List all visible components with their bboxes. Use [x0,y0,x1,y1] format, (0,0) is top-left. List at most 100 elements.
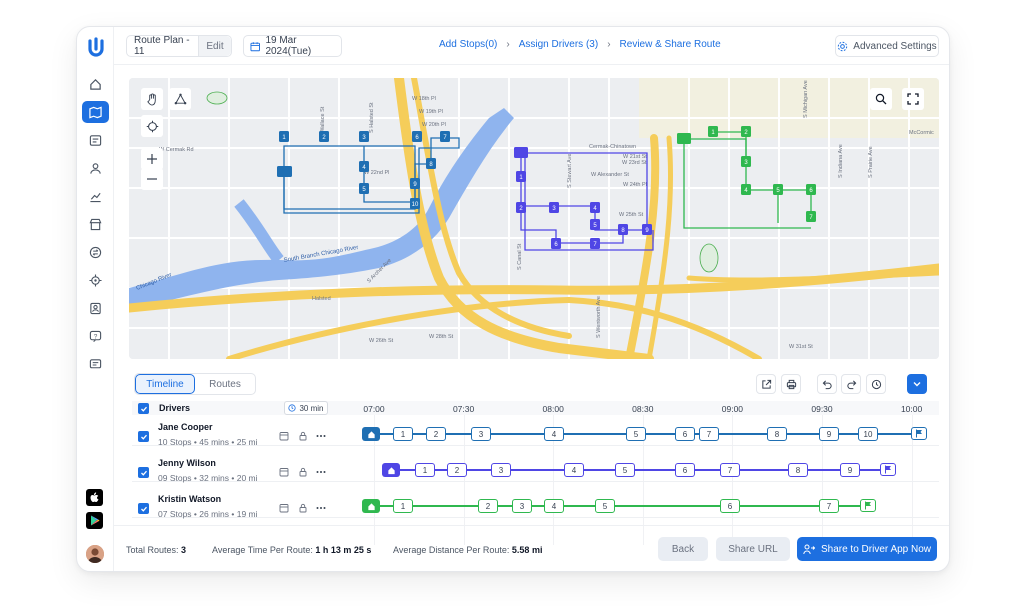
map-icon[interactable] [82,101,109,123]
driver-checkbox[interactable] [138,503,149,514]
contacts-icon[interactable] [82,297,109,319]
calendar-icon[interactable] [279,467,289,477]
undo-icon[interactable] [817,374,837,394]
timeline-stop[interactable]: 2 [426,427,446,441]
back-button[interactable]: Back [658,537,708,561]
timeline-stop[interactable]: 1 [393,499,413,513]
timeline-stop[interactable]: 2 [447,463,467,477]
top-bar: Route Plan - 11 Edit 19 Mar 2024(Tue) Ad… [114,27,949,65]
more-options-icon[interactable] [316,431,326,441]
search-zoom-icon[interactable] [870,88,892,110]
timeline-stop[interactable]: 7 [699,427,719,441]
advanced-settings-button[interactable]: Advanced Settings [835,35,939,57]
interval-selector[interactable]: 30 min [284,401,328,415]
locate-icon[interactable] [141,115,163,137]
driver-checkbox[interactable] [138,467,149,478]
map-label-halsted-st: S Halsted St [369,102,375,133]
workflow-steps: Add Stops(0) › Assign Drivers (3) › Revi… [439,39,721,50]
chevron-down-icon[interactable] [907,374,927,394]
app-logo-icon[interactable] [85,37,107,59]
timeline-stop[interactable]: 1 [393,427,413,441]
timeline-stop[interactable]: 6 [675,463,695,477]
finish-flag-icon[interactable] [860,499,876,512]
timeline-stop[interactable]: 7 [720,463,740,477]
map-label-20th-pl: W 20th Pl [422,122,446,128]
map-label-prairie-ave: S Prairie Ave [868,146,874,178]
timeline-stop[interactable]: 3 [512,499,532,513]
timeline-stop[interactable]: 2 [478,499,498,513]
select-all-checkbox[interactable] [138,403,149,414]
lock-icon[interactable] [298,431,308,441]
store-icon[interactable] [82,213,109,235]
map-label-25th-st: W 25th St [619,212,644,218]
avg-distance-stat: Average Distance Per Route: 5.58 mi [393,545,542,555]
users-icon[interactable] [82,157,109,179]
time-label: 08:30 [632,404,654,414]
draw-polygon-icon[interactable] [169,88,191,110]
timeline-stop[interactable]: 6 [675,427,695,441]
chevron-right-icon: › [607,39,611,50]
date-picker[interactable]: 19 Mar 2024(Tue) [243,35,342,57]
timeline-stop[interactable]: 6 [720,499,740,513]
tab-routes[interactable]: Routes [195,374,255,394]
finish-flag-icon[interactable] [911,427,927,440]
timeline-stop[interactable]: 3 [491,463,511,477]
more-options-icon[interactable] [316,467,326,477]
redo-icon[interactable] [841,374,861,394]
zoom-in-icon[interactable] [141,148,163,170]
share-url-button[interactable]: Share URL [716,537,790,561]
timeline-stop[interactable]: 3 [471,427,491,441]
apple-store-icon[interactable] [86,489,103,506]
fullscreen-icon[interactable] [902,88,924,110]
step-assign-drivers[interactable]: Assign Drivers (3) [519,39,598,50]
timeline-stop[interactable]: 7 [819,499,839,513]
timeline-stop[interactable]: 4 [544,427,564,441]
map-canvas: South Branch Chicago River Chicago River… [129,78,939,359]
swap-icon[interactable] [82,241,109,263]
timeline-stop[interactable]: 5 [615,463,635,477]
google-play-icon[interactable] [86,512,103,529]
edit-button[interactable]: Edit [198,36,231,56]
driver-checkbox[interactable] [138,431,149,442]
step-review-share[interactable]: Review & Share Route [620,39,721,50]
clock-icon [288,404,297,412]
timeline-stop[interactable]: 9 [819,427,839,441]
history-icon[interactable] [866,374,886,394]
chart-icon[interactable] [82,185,109,207]
calendar-icon[interactable] [279,503,289,513]
timeline-stop[interactable]: 4 [564,463,584,477]
home-icon[interactable] [82,73,109,95]
print-icon[interactable] [781,374,801,394]
timeline-stop[interactable]: 8 [767,427,787,441]
list-icon[interactable] [82,129,109,151]
zoom-out-icon[interactable] [141,168,163,190]
timeline-stop[interactable]: 8 [788,463,808,477]
timeline-stop[interactable]: 1 [415,463,435,477]
calendar-icon[interactable] [279,431,289,441]
user-avatar[interactable] [86,545,104,563]
message-icon[interactable] [82,353,109,375]
pan-hand-icon[interactable] [141,88,163,110]
step-add-stops[interactable]: Add Stops(0) [439,39,497,50]
tab-timeline[interactable]: Timeline [135,374,195,394]
lock-icon[interactable] [298,503,308,513]
calendar-icon [250,41,260,51]
more-options-icon[interactable] [316,503,326,513]
home-depot-icon[interactable] [382,463,400,477]
route-map[interactable]: South Branch Chicago River Chicago River… [129,78,939,359]
finish-flag-icon[interactable] [880,463,896,476]
home-depot-icon[interactable] [362,499,380,513]
timeline-stop[interactable]: 4 [544,499,564,513]
timeline-stop[interactable]: 5 [595,499,615,513]
timeline-stop[interactable]: 9 [840,463,860,477]
share-driver-app-button[interactable]: Share to Driver App Now [797,537,937,561]
lock-icon[interactable] [298,467,308,477]
timeline-stop[interactable]: 5 [626,427,646,441]
export-icon[interactable] [756,374,776,394]
map-label-23rd-st: W 23rd St [622,160,647,166]
help-icon[interactable]: ? [82,325,109,347]
home-depot-icon[interactable] [362,427,380,441]
timeline-stop[interactable]: 10 [858,427,878,441]
target-icon[interactable] [82,269,109,291]
time-label: 10:00 [900,404,923,414]
